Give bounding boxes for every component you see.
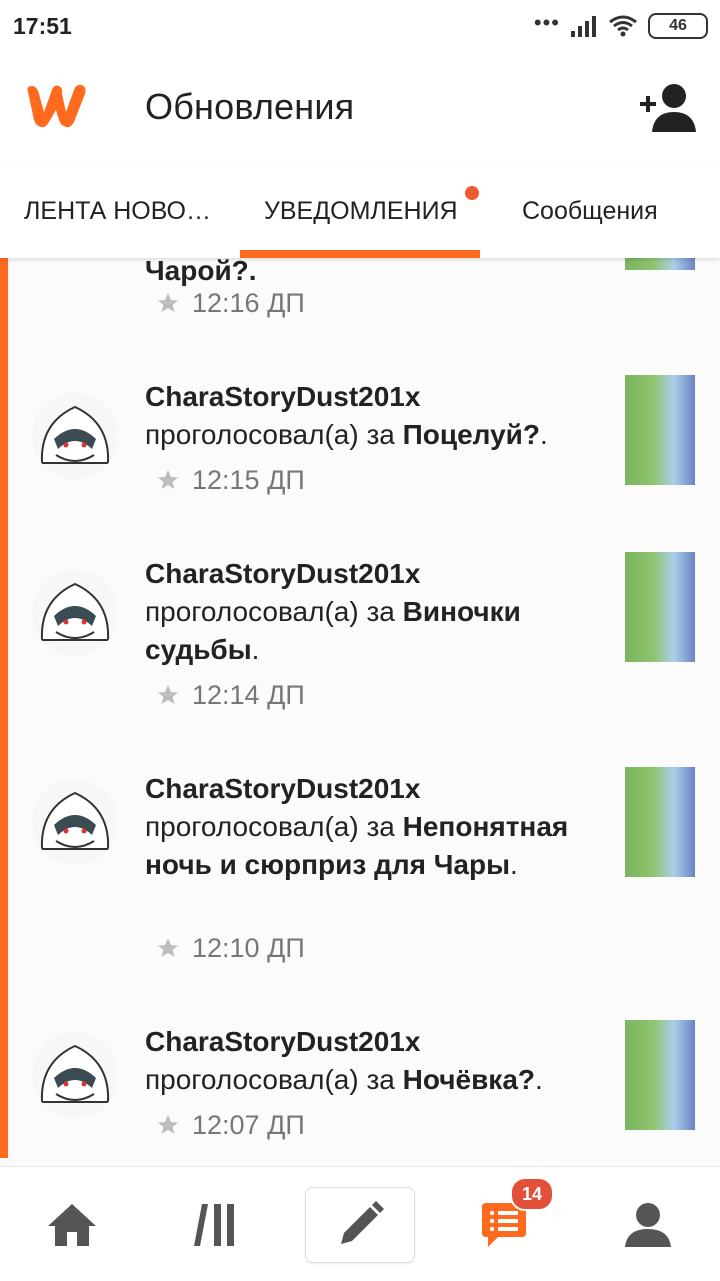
author-name[interactable]: CharaStoryDust201x — [145, 770, 605, 808]
story-cover[interactable] — [625, 258, 695, 270]
active-tab-indicator — [240, 250, 480, 258]
timestamp: 12:15 ДП — [156, 465, 305, 495]
nav-library[interactable] — [176, 1185, 256, 1265]
pencil-icon — [341, 1201, 384, 1244]
avatar[interactable] — [32, 570, 118, 656]
star-icon — [158, 685, 178, 704]
wifi-icon — [609, 15, 637, 37]
story-title[interactable]: Ночёвка? — [403, 1064, 535, 1095]
story-cover[interactable] — [625, 375, 695, 485]
list-item[interactable]: CharaStoryDust201x проголосовал(а) за Ви… — [8, 526, 720, 742]
profile-icon — [625, 1203, 671, 1247]
tab-messages[interactable]: Сообщения — [522, 164, 658, 258]
library-icon — [194, 1204, 234, 1246]
timestamp: 12:07 ДП — [156, 1110, 305, 1140]
list-item[interactable]: CharaStoryDust201x проголосовал(а) за Но… — [8, 994, 720, 1166]
timestamp: 12:14 ДП — [156, 680, 305, 710]
action-text: проголосовал(а) за — [145, 596, 395, 627]
action-text: проголосовал(а) за — [145, 419, 395, 450]
bottom-nav: 14 — [0, 1166, 720, 1281]
avatar[interactable] — [32, 393, 118, 479]
author-name[interactable]: CharaStoryDust201x — [145, 555, 605, 593]
tab-notifications[interactable]: УВЕДОМЛЕНИЯ — [264, 164, 460, 258]
list-item[interactable]: Чарой?. 12:16 ДП — [8, 258, 720, 350]
status-time: 17:51 — [13, 13, 72, 39]
story-cover[interactable] — [625, 767, 695, 877]
tab-bar: ЛЕНТА НОВОСТЕЙ УВЕДОМЛЕНИЯ Сообщения — [0, 164, 720, 258]
avatar[interactable] — [32, 779, 118, 865]
tab-news-feed[interactable]: ЛЕНТА НОВОСТЕЙ — [24, 164, 220, 258]
page-title: Обновления — [145, 86, 355, 127]
action-text: проголосовал(а) за — [145, 1064, 395, 1095]
battery-indicator: 46 — [648, 13, 708, 39]
status-bar: 17:51 ••• 46 — [0, 0, 720, 52]
nav-home[interactable] — [32, 1185, 112, 1265]
author-name[interactable]: CharaStoryDust201x — [145, 1023, 605, 1061]
action-text: проголосовал(а) за — [145, 811, 395, 842]
avatar[interactable] — [32, 1032, 118, 1118]
status-icons: ••• 46 — [534, 12, 708, 40]
list-item[interactable]: CharaStoryDust201x проголосовал(а) за По… — [8, 349, 720, 527]
timestamp: 12:10 ДП — [156, 933, 305, 963]
home-icon — [48, 1204, 96, 1246]
add-friend-button[interactable] — [636, 82, 700, 134]
story-cover[interactable] — [625, 552, 695, 662]
author-name[interactable]: CharaStoryDust201x — [145, 378, 605, 416]
list-item[interactable]: CharaStoryDust201x проголосовал(а) за Не… — [8, 741, 720, 995]
nav-profile[interactable] — [608, 1185, 688, 1265]
app-header: Обновления — [0, 52, 720, 164]
nav-write[interactable] — [305, 1187, 415, 1263]
timestamp: 12:16 ДП — [156, 288, 305, 318]
story-title[interactable]: Поцелуй? — [403, 419, 540, 450]
unread-accent-bar — [0, 258, 8, 1158]
star-icon — [158, 1115, 178, 1134]
more-dots: ••• — [533, 10, 560, 35]
wattpad-logo-icon[interactable] — [22, 80, 90, 135]
star-icon — [158, 470, 178, 489]
star-icon — [158, 293, 178, 312]
notification-feed[interactable]: Чарой?. 12:16 ДП CharaStoryDust201x прог… — [0, 258, 720, 1166]
unread-dot — [465, 186, 479, 200]
messages-badge: 14 — [510, 1177, 554, 1211]
story-title[interactable]: Чарой?. — [145, 258, 257, 286]
signal-icon — [571, 16, 596, 37]
story-cover[interactable] — [625, 1020, 695, 1130]
star-icon — [158, 938, 178, 957]
add-friend-icon — [640, 84, 696, 132]
